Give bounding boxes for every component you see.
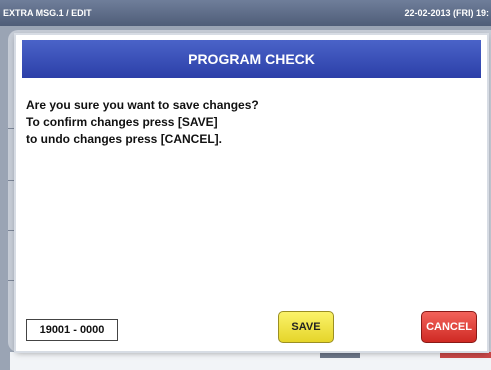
confirm-message-line: Are you sure you want to save changes? xyxy=(26,98,259,112)
background-tab xyxy=(440,352,491,358)
cancel-button[interactable]: CANCEL xyxy=(421,311,477,343)
background-tab xyxy=(320,352,360,358)
background-footer xyxy=(10,352,491,370)
date-time: 22-02-2013 (FRI) 19: xyxy=(404,8,489,18)
confirm-message-line: To confirm changes press [SAVE] xyxy=(26,115,218,129)
top-status-bar: EXTRA MSG.1 / EDIT 22-02-2013 (FRI) 19: xyxy=(0,0,491,26)
program-check-dialog: PROGRAM CHECK Are you sure you want to s… xyxy=(16,35,487,351)
program-code-field: 19001 - 0000 xyxy=(26,319,118,341)
save-button[interactable]: SAVE xyxy=(278,311,334,343)
screen-title: EXTRA MSG.1 / EDIT xyxy=(3,8,92,18)
dialog-title: PROGRAM CHECK xyxy=(22,40,481,78)
confirm-message-line: to undo changes press [CANCEL]. xyxy=(26,132,223,146)
